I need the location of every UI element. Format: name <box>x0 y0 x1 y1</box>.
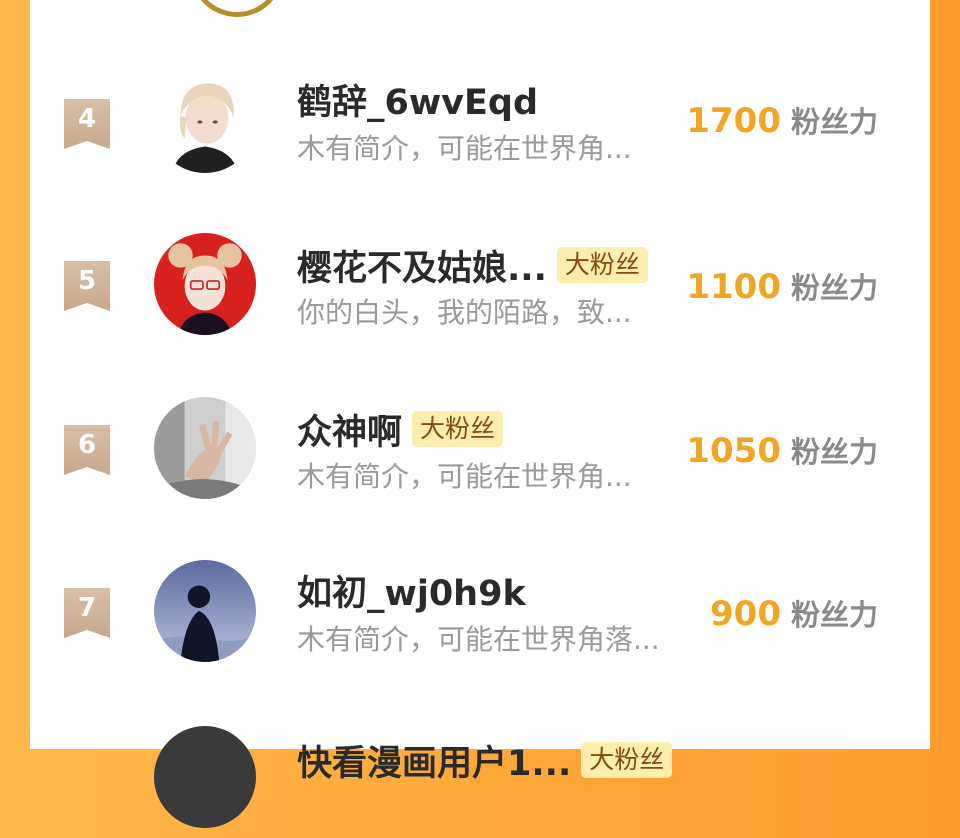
rank-ribbon-icon: 5 <box>64 261 110 311</box>
username[interactable]: 樱花不及姑娘... <box>297 240 547 291</box>
user-bio: 你的白头，我的陌路，致... <box>297 296 632 329</box>
user-avatar[interactable] <box>154 71 256 173</box>
user-avatar[interactable] <box>154 560 256 662</box>
avatar-image <box>154 397 256 499</box>
fan-power-unit: 粉丝力 <box>790 271 878 305</box>
ranking-row[interactable]: 6 众神啊 大粉丝 木有简介，可能在世界角... 1050 粉丝力 <box>30 389 930 509</box>
user-bio: 木有简介，可能在世界角... <box>297 132 632 165</box>
ranking-row[interactable]: 4 鹤辞_6wvEqd 木有简介，可能在世界角... 1700 粉丝力 <box>30 63 930 183</box>
fan-power-score: 1700 粉丝力 <box>686 99 878 141</box>
rank-ribbon-icon: 6 <box>64 425 110 475</box>
big-fan-badge: 大粉丝 <box>581 742 673 778</box>
fan-ranking-panel: 4 鹤辞_6wvEqd 木有简介，可能在世界角... 1700 粉丝力 5 樱花… <box>30 0 930 828</box>
user-bio: 木有简介，可能在世界角... <box>297 460 632 493</box>
fan-power-value: 1050 <box>686 431 781 471</box>
user-bio: 木有简介，可能在世界角落... <box>297 623 660 656</box>
fan-power-unit: 粉丝力 <box>790 598 878 632</box>
ranking-row[interactable]: 快看漫画用户1... 大粉丝 <box>30 718 930 838</box>
fan-power-value: 1100 <box>686 267 781 307</box>
big-fan-badge: 大粉丝 <box>412 411 504 447</box>
big-fan-badge: 大粉丝 <box>556 247 648 283</box>
fan-power-score: 1050 粉丝力 <box>686 429 878 471</box>
avatar-image <box>154 71 256 173</box>
avatar-image <box>154 726 256 828</box>
avatar-image <box>154 233 256 335</box>
fan-power-score: 900 粉丝力 <box>710 592 878 634</box>
ranking-row[interactable]: 5 樱花不及姑娘... 大粉丝 你的白头，我的陌路，致... 1100 粉丝力 <box>30 225 930 345</box>
username[interactable]: 众神啊 <box>297 404 402 455</box>
username[interactable]: 如初_wj0h9k <box>297 565 526 616</box>
rank-ribbon-icon: 4 <box>64 99 110 149</box>
user-avatar[interactable] <box>154 397 256 499</box>
username[interactable]: 鹤辞_6wvEqd <box>297 74 538 125</box>
fan-power-unit: 粉丝力 <box>790 435 878 469</box>
previous-user-avatar[interactable] <box>190 0 284 17</box>
ranking-row[interactable]: 7 如初_wj0h9k 木有简介，可能在世界角落... 900 粉丝力 <box>30 552 930 672</box>
avatar-image <box>154 560 256 662</box>
user-avatar[interactable] <box>154 233 256 335</box>
fan-power-score: 1100 粉丝力 <box>686 265 878 307</box>
user-avatar[interactable] <box>154 726 256 828</box>
fan-power-unit: 粉丝力 <box>790 105 878 139</box>
fan-power-value: 1700 <box>686 101 781 141</box>
fan-power-value: 900 <box>710 594 781 634</box>
username[interactable]: 快看漫画用户1... <box>297 735 571 786</box>
rank-ribbon-icon: 7 <box>64 588 110 638</box>
